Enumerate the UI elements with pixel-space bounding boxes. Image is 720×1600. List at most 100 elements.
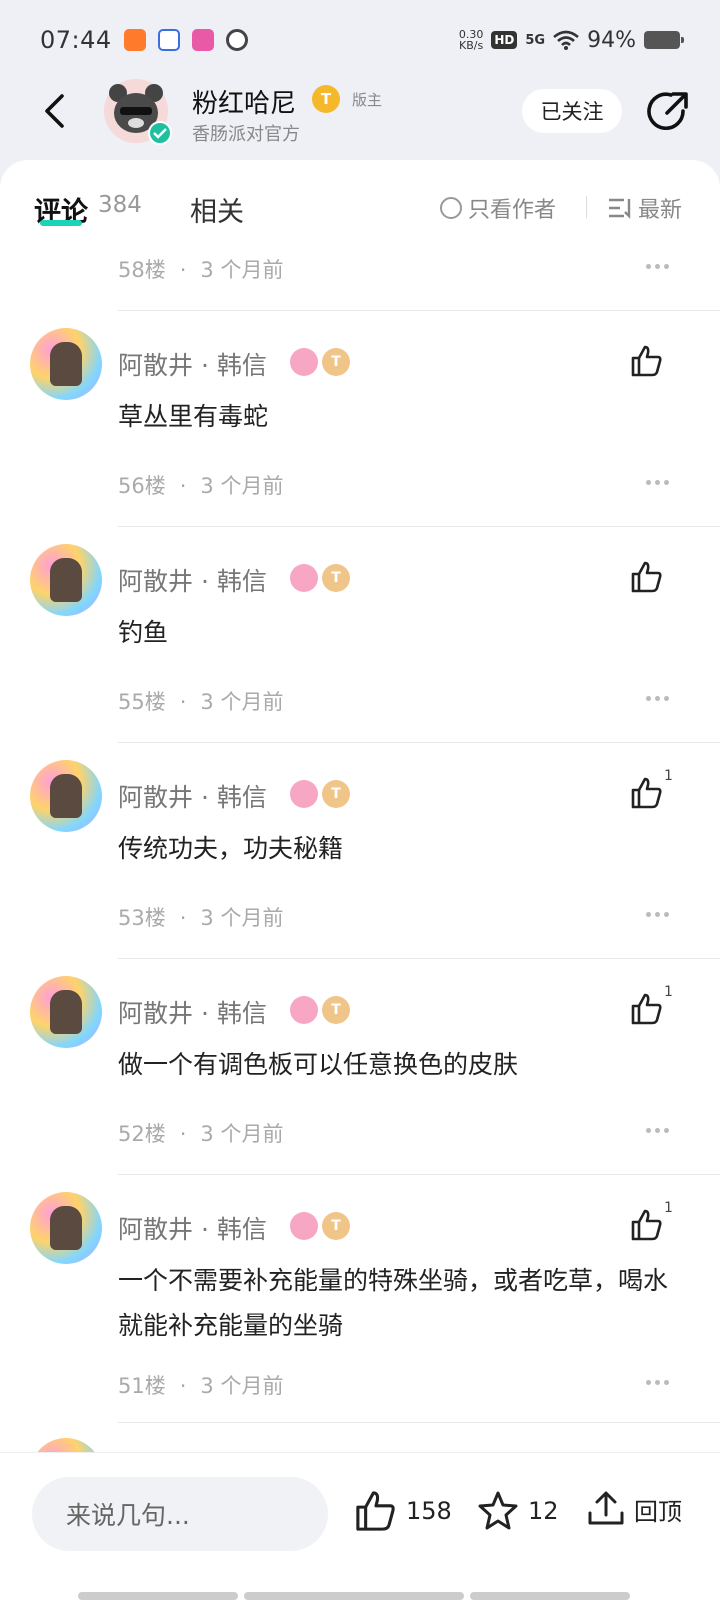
user-badges: T	[290, 1212, 350, 1240]
level-badge-icon: T	[322, 996, 350, 1024]
favorite-count: 12	[528, 1497, 559, 1525]
share-icon[interactable]	[645, 89, 691, 135]
more-options-icon[interactable]	[646, 480, 676, 488]
separator	[118, 1174, 720, 1175]
commenter-name[interactable]: 阿散井 · 韩信	[118, 1210, 267, 1246]
commenter-avatar[interactable]	[30, 976, 102, 1048]
like-icon[interactable]	[630, 776, 664, 810]
bilibili-icon	[191, 29, 214, 51]
bottom-action-bar: 来说几句... 158 12 回顶	[0, 1452, 720, 1600]
commenter-avatar[interactable]	[30, 544, 102, 616]
star-icon	[478, 1491, 518, 1530]
floor-info: 53楼 · 3 个月前	[118, 906, 284, 930]
more-options-icon[interactable]	[646, 1128, 676, 1136]
signal-icon: 5G	[525, 32, 546, 48]
sort-toggle[interactable]: 最新	[608, 192, 682, 224]
favorite-button[interactable]: 12	[476, 1489, 559, 1533]
moderator-tag: 版主	[352, 91, 383, 109]
sort-icon	[609, 198, 631, 219]
only-author-toggle[interactable]: 只看作者	[440, 192, 556, 224]
commenter-name[interactable]: 阿散井 · 韩信	[118, 778, 267, 814]
commenter-avatar[interactable]	[30, 1192, 102, 1264]
rabbit-badge-icon	[290, 780, 318, 808]
like-icon[interactable]	[630, 560, 664, 594]
rabbit-badge-icon	[290, 348, 318, 376]
verified-icon	[148, 121, 172, 145]
gesture-bar	[244, 1592, 464, 1600]
commenter-name[interactable]: 阿散井 · 韩信	[118, 562, 267, 598]
post-header: 粉红哈尼 T 版主 香肠派对官方 已关注	[0, 75, 720, 155]
wifi-icon	[553, 30, 579, 50]
commenter-avatar[interactable]	[30, 760, 102, 832]
user-badges: T	[290, 780, 350, 808]
level-badge-icon: T	[322, 780, 350, 808]
back-button[interactable]	[34, 89, 74, 133]
more-options-icon[interactable]	[646, 696, 676, 704]
rabbit-badge-icon	[290, 564, 318, 592]
gesture-bar	[470, 1592, 630, 1600]
like-icon[interactable]	[630, 1208, 664, 1242]
floor-info: 52楼 · 3 个月前	[118, 1122, 284, 1146]
like-count: 1	[664, 1200, 673, 1216]
thumbs-up-icon	[356, 1491, 395, 1531]
separator	[118, 310, 720, 311]
author-subtitle: 香肠派对官方	[192, 124, 300, 145]
commenter-name[interactable]: 阿散井 · 韩信	[118, 994, 267, 1030]
battery-percent: 94%	[587, 27, 636, 53]
radio-icon	[440, 197, 462, 219]
author-name[interactable]: 粉红哈尼	[192, 83, 296, 120]
app-notification-icon	[123, 29, 146, 51]
floor-info: 58楼 · 3 个月前	[118, 258, 284, 282]
comment-text: 钓鱼	[118, 618, 169, 647]
author-avatar[interactable]	[104, 79, 172, 145]
only-author-label: 只看作者	[468, 198, 557, 223]
more-options-icon[interactable]	[646, 912, 676, 920]
comments-panel: 评论 384 相关 只看作者 最新 58楼 · 3 个月前 阿散井 · 韩信 T 草…	[0, 160, 720, 1600]
upload-icon	[588, 1491, 624, 1525]
separator	[118, 1422, 720, 1423]
comment-text: 一个不需要补充能量的特殊坐骑，或者吃草，喝水就能补充能量的坐骑	[118, 1266, 669, 1340]
post-like-count: 158	[406, 1497, 452, 1525]
floor-info: 51楼 · 3 个月前	[118, 1374, 284, 1398]
user-badges: T	[290, 348, 350, 376]
comment-text: 传统功夫，功夫秘籍	[118, 834, 344, 863]
status-right: 0.30 KB/s HD 5G 94%	[458, 27, 684, 53]
status-bar: 07:44 0.30 KB/s HD 5G 94%	[0, 0, 720, 80]
hd-icon: HD	[491, 31, 518, 49]
comment-text: 做一个有调色板可以任意换色的皮肤	[118, 1050, 519, 1079]
divider	[586, 196, 587, 218]
more-options-icon[interactable]	[646, 1380, 676, 1388]
network-speed: 0.30 KB/s	[458, 28, 484, 52]
more-options-icon[interactable]	[646, 264, 676, 272]
post-like-button[interactable]: 158	[354, 1489, 452, 1533]
separator	[118, 958, 720, 959]
comment-input[interactable]: 来说几句...	[32, 1477, 328, 1551]
back-to-top-label: 回顶	[634, 1497, 682, 1526]
level-badge-icon: T	[322, 348, 350, 376]
follow-button[interactable]: 已关注	[522, 89, 622, 133]
battery-icon	[644, 31, 684, 49]
comment-count: 384	[98, 192, 142, 218]
comment-text: 草丛里有毒蛇	[118, 402, 269, 431]
floor-info: 56楼 · 3 个月前	[118, 474, 284, 498]
level-badge: T	[312, 85, 340, 113]
user-badges: T	[290, 564, 350, 592]
tab-related[interactable]: 相关	[190, 190, 244, 229]
like-icon[interactable]	[630, 992, 664, 1026]
commenter-avatar[interactable]	[30, 328, 102, 400]
rabbit-badge-icon	[290, 996, 318, 1024]
gesture-bar	[78, 1592, 238, 1600]
tab-bar: 评论 384 相关 只看作者 最新	[0, 160, 720, 250]
like-icon[interactable]	[630, 344, 664, 378]
status-time: 07:44	[40, 26, 112, 54]
floor-info: 55楼 · 3 个月前	[118, 690, 284, 714]
like-count: 1	[664, 984, 673, 1000]
status-app-icons	[123, 29, 248, 51]
like-count: 1	[664, 768, 673, 784]
back-to-top-button[interactable]: 回顶	[586, 1489, 682, 1529]
commenter-name[interactable]: 阿散井 · 韩信	[118, 346, 267, 382]
sort-label: 最新	[638, 198, 683, 223]
separator	[118, 526, 720, 527]
level-badge-icon: T	[322, 564, 350, 592]
tab-active-indicator	[40, 220, 82, 226]
